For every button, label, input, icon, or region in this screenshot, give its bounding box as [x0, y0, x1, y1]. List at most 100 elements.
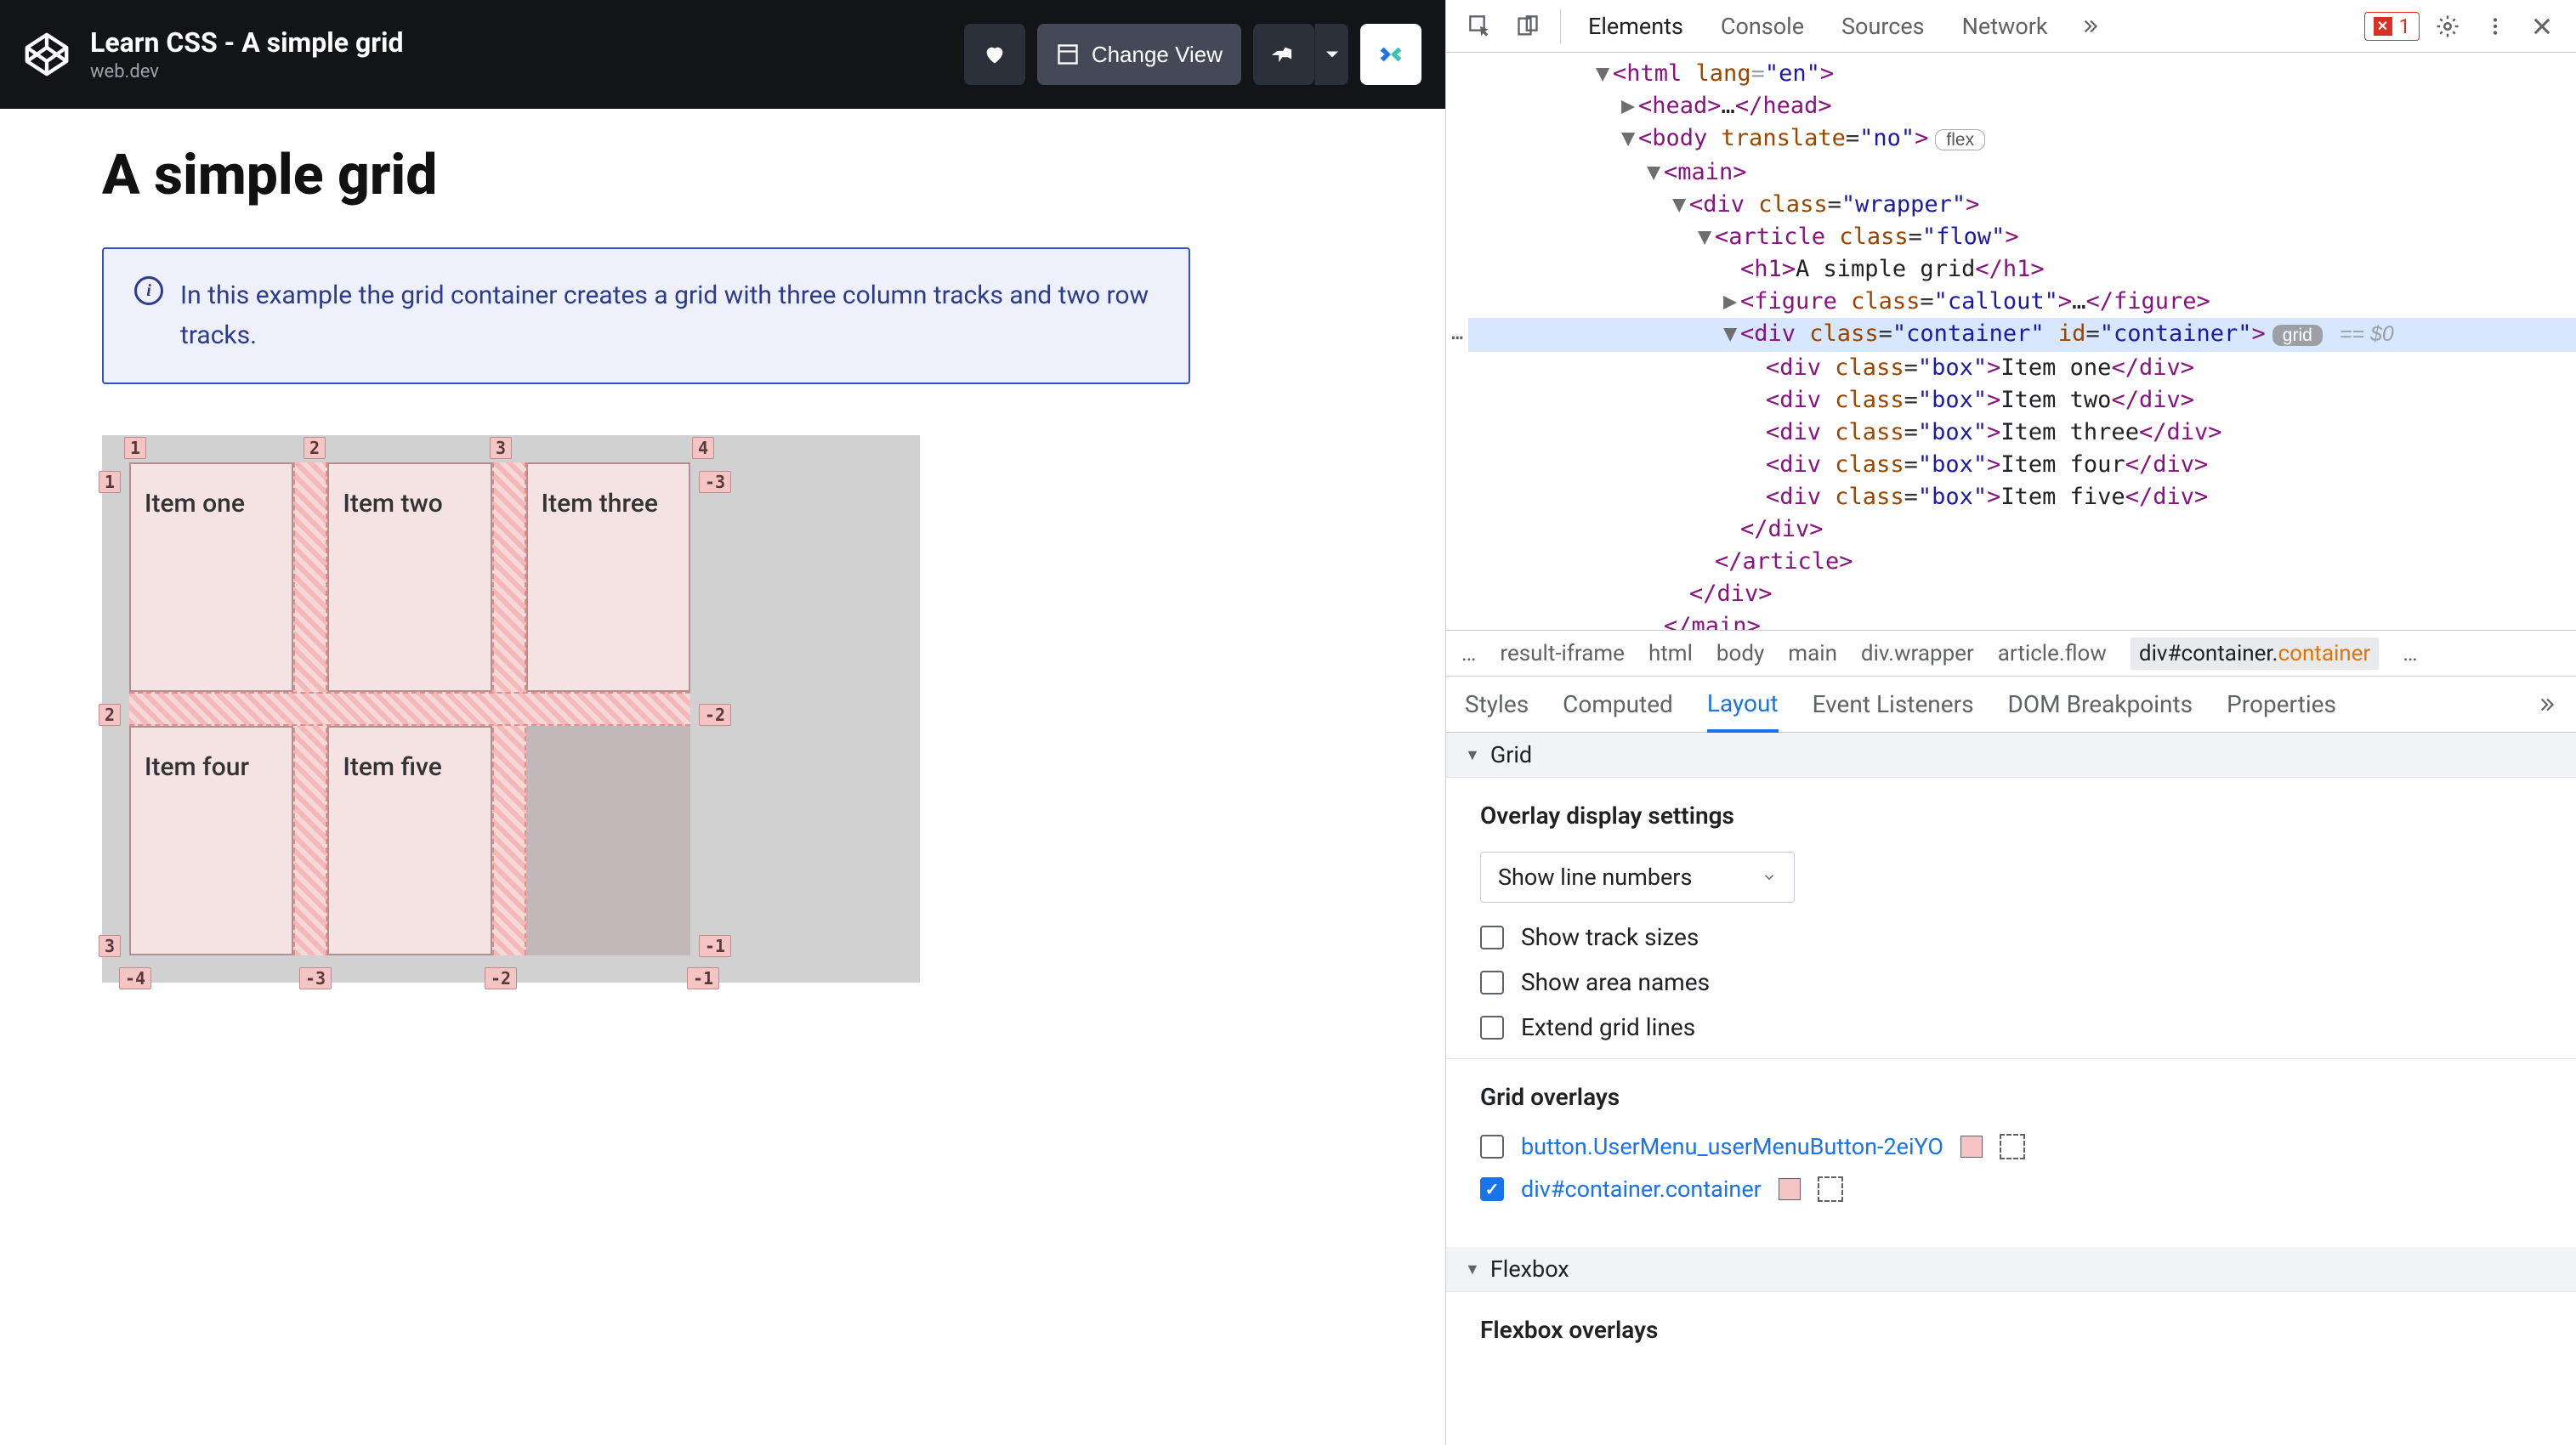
crumb-more[interactable]: … [1461, 641, 1476, 666]
crumb[interactable]: article.flow [1998, 641, 2107, 666]
dom-node[interactable]: ▼<article class="flow"> [1468, 221, 2576, 253]
layout-panel[interactable]: ▼ Grid Overlay display settings Show lin… [1446, 733, 2576, 1445]
section-grid-label: Grid [1490, 741, 1532, 768]
error-x-icon: ✕ [2374, 17, 2392, 36]
eq-dollar-zero: == $0 [2340, 322, 2394, 346]
dom-node[interactable]: <div class="box">Item one</div> [1468, 352, 2576, 384]
device-toggle-button[interactable] [1507, 0, 1548, 52]
color-swatch[interactable] [1779, 1178, 1801, 1200]
dom-node[interactable]: ▼<body translate="no">flex [1468, 122, 2576, 156]
dom-node[interactable]: ▶<figure class="callout">…</figure> [1468, 286, 2576, 318]
dom-node-selected[interactable]: ▼<div class="container" id="container">g… [1468, 318, 2576, 352]
more-tabs-button[interactable] [2070, 0, 2109, 52]
flexbox-overlays-heading: Flexbox overlays [1480, 1316, 2542, 1344]
grid-overlay-row: button.UserMenu_userMenuButton-2eiYO [1480, 1133, 2542, 1160]
crumb[interactable]: div.wrapper [1861, 641, 1974, 666]
grid-empty-cell [526, 726, 690, 955]
pin-icon [1272, 42, 1296, 66]
section-flexbox-header[interactable]: ▼ Flexbox [1446, 1247, 2576, 1292]
check-extend-lines[interactable]: Extend grid lines [1480, 1013, 2542, 1041]
device-icon [1516, 14, 1540, 38]
subtab-styles[interactable]: Styles [1465, 677, 1529, 732]
grid-overlay-row: div#container.container [1480, 1176, 2542, 1203]
grid-overlay-icon[interactable] [1818, 1176, 1843, 1202]
dom-node[interactable]: </div> [1468, 578, 2576, 610]
subtab-properties[interactable]: Properties [2227, 677, 2336, 732]
dom-node[interactable]: ▼<div class="wrapper"> [1468, 189, 2576, 221]
webdev-logo-button[interactable] [1360, 24, 1421, 85]
header-actions: Change View [964, 24, 1421, 85]
tab-network[interactable]: Network [1947, 0, 2063, 52]
codepen-preview-pane: Learn CSS - A simple grid web.dev Change… [0, 0, 1445, 1445]
heart-button[interactable] [964, 24, 1025, 85]
crumb[interactable]: result-iframe [1500, 641, 1625, 666]
settings-button[interactable] [2426, 0, 2469, 52]
grid-line-label: -2 [699, 704, 731, 726]
overlay-settings-heading: Overlay display settings [1480, 802, 2542, 830]
tab-console[interactable]: Console [1705, 0, 1819, 52]
dom-node[interactable]: ▼<html lang="en"> [1468, 58, 2576, 90]
disclosure-triangle-icon: ▼ [1465, 1261, 1480, 1278]
close-devtools-button[interactable] [2522, 0, 2562, 52]
grid-line-label: 3 [490, 437, 512, 459]
section-grid-header[interactable]: ▼ Grid [1446, 733, 2576, 778]
pen-author: web.dev [90, 61, 964, 82]
tab-sources[interactable]: Sources [1826, 0, 1940, 52]
grid-line-label: -2 [485, 967, 517, 989]
grid-line-label: 1 [124, 437, 146, 459]
checkbox[interactable] [1480, 971, 1504, 994]
crumb[interactable]: main [1788, 641, 1837, 666]
subtab-more[interactable] [2535, 677, 2557, 732]
check-label: Show area names [1521, 968, 1710, 996]
check-track-sizes[interactable]: Show track sizes [1480, 923, 2542, 951]
dom-node[interactable]: <div class="box">Item four</div> [1468, 449, 2576, 481]
dom-node[interactable]: </main> [1468, 610, 2576, 631]
grid-overlay-icon[interactable] [2000, 1134, 2025, 1159]
dom-node[interactable]: <div class="box">Item two</div> [1468, 384, 2576, 416]
dom-node[interactable]: ▶<head>…</head> [1468, 90, 2576, 122]
grid-item: Item five [327, 726, 491, 955]
crumb-selected[interactable]: div#container.container [2131, 638, 2379, 670]
pin-dropdown-button[interactable] [1314, 24, 1348, 85]
grid-badge[interactable]: grid [2272, 325, 2323, 346]
tab-elements[interactable]: Elements [1573, 0, 1699, 52]
pin-button[interactable] [1253, 24, 1314, 85]
grid-line-label: 4 [692, 437, 714, 459]
subtab-computed[interactable]: Computed [1563, 677, 1673, 732]
page-h1: A simple grid [102, 143, 1343, 208]
checkbox-checked[interactable] [1480, 1177, 1504, 1201]
overlay-target-label[interactable]: button.UserMenu_userMenuButton-2eiYO [1521, 1133, 1943, 1160]
line-numbers-select[interactable]: Show line numbers [1480, 852, 1795, 903]
change-view-button[interactable]: Change View [1037, 24, 1241, 85]
dom-node[interactable]: <div class="box">Item five</div> [1468, 481, 2576, 513]
crumb[interactable]: body [1716, 641, 1764, 666]
subtab-layout[interactable]: Layout [1707, 677, 1779, 733]
checkbox[interactable] [1480, 926, 1504, 949]
dom-node[interactable]: <div class="box">Item three</div> [1468, 416, 2576, 449]
subtab-event[interactable]: Event Listeners [1813, 677, 1974, 732]
crumb[interactable]: html [1648, 641, 1693, 666]
flex-badge[interactable]: flex [1935, 129, 1985, 150]
inspect-button[interactable] [1460, 0, 1501, 52]
subtab-dom-bp[interactable]: DOM Breakpoints [2008, 677, 2193, 732]
color-swatch[interactable] [1960, 1136, 1983, 1158]
callout: i In this example the grid container cre… [102, 247, 1190, 384]
checkbox[interactable] [1480, 1135, 1504, 1159]
grid-demo-wrap: Item one Item two Item three Item four I… [102, 435, 920, 983]
check-area-names[interactable]: Show area names [1480, 968, 2542, 996]
disclosure-triangle-icon: ▼ [1465, 746, 1480, 764]
gear-icon [2435, 14, 2460, 39]
crumb-more[interactable]: … [2403, 641, 2417, 666]
dom-node[interactable]: </div> [1468, 513, 2576, 546]
overlay-target-label[interactable]: div#container.container [1521, 1176, 1762, 1203]
separator [1560, 9, 1561, 43]
error-indicator[interactable]: ✕ 1 [2364, 12, 2420, 41]
grid-line-label: -1 [687, 967, 719, 989]
kebab-menu-button[interactable] [2476, 0, 2515, 52]
dom-node[interactable]: </article> [1468, 546, 2576, 578]
checkbox[interactable] [1480, 1016, 1504, 1040]
preview-body: A simple grid i In this example the grid… [0, 109, 1445, 1445]
dom-node[interactable]: <h1>A simple grid</h1> [1468, 253, 2576, 286]
dom-node[interactable]: ▼<main> [1468, 156, 2576, 189]
dom-tree[interactable]: ▼<html lang="en"> ▶<head>…</head> ▼<body… [1446, 53, 2576, 631]
